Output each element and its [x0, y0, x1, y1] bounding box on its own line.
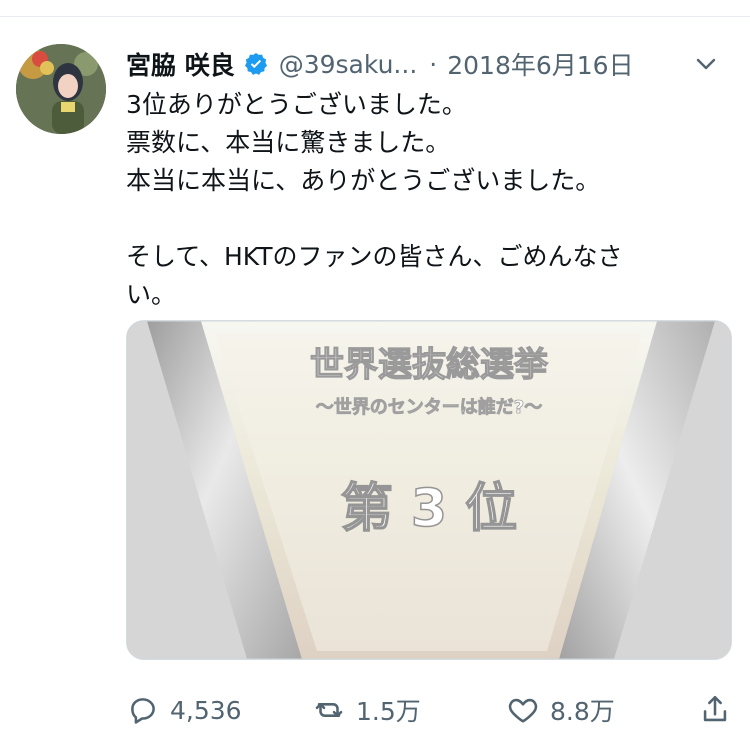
- verified-badge-icon: [243, 51, 269, 77]
- retweet-button[interactable]: 1.5万: [312, 690, 421, 730]
- avatar[interactable]: [16, 44, 106, 134]
- trophy-subtitle-text: 〜世界のセンターは誰だ?〜: [316, 396, 542, 418]
- trophy-title-text: 世界選抜総選挙: [310, 345, 549, 385]
- tweet-text-line: 3位ありがとうございました。: [126, 90, 467, 119]
- chevron-down-icon[interactable]: [694, 52, 718, 76]
- tweet-text-line: 票数に、本当に驚きました。: [126, 128, 451, 157]
- tweet-page: 宮脇 咲良 @39saku... · 2018年6月16日 3位ありがとうござい…: [0, 0, 750, 750]
- retweet-arrows-icon: [315, 703, 343, 717]
- reply-button[interactable]: 4,536: [126, 690, 242, 730]
- tweet-media-image[interactable]: 世界選抜総選挙 〜世界のセンターは誰だ?〜 第 3 位: [126, 320, 732, 660]
- share-upload-icon: [703, 695, 727, 722]
- trophy-image: 世界選抜総選挙 〜世界のセンターは誰だ?〜 第 3 位: [127, 321, 731, 659]
- heart-icon: [508, 698, 538, 723]
- tweet-text-line: そして、HKTのファンの皆さん、ごめんなさ: [126, 242, 623, 271]
- separator-dot: ·: [429, 49, 438, 79]
- tweet-date[interactable]: 2018年6月16日: [447, 46, 633, 82]
- retweet-count: 1.5万: [356, 697, 421, 726]
- top-divider: [0, 16, 750, 17]
- display-name[interactable]: 宮脇 咲良: [126, 46, 235, 82]
- tweet-text-line: 本当に本当に、ありがとうございました。: [126, 166, 601, 195]
- tweet-header: 宮脇 咲良 @39saku... · 2018年6月16日: [126, 44, 738, 84]
- user-handle[interactable]: @39saku...: [279, 50, 418, 79]
- tweet-text: 3位ありがとうございました。 票数に、本当に驚きました。 本当に本当に、ありがと…: [126, 86, 726, 314]
- tweet-actions: 4,536 1.5万 8.8万: [126, 690, 738, 730]
- reply-count: 4,536: [170, 695, 242, 725]
- avatar-image: [16, 44, 106, 134]
- trophy-rank-text: 第 3 位: [341, 479, 517, 539]
- tweet-text-line: い。: [126, 280, 177, 309]
- reply-bubble-icon: [131, 698, 155, 724]
- share-button[interactable]: [698, 690, 732, 730]
- like-button[interactable]: 8.8万: [506, 690, 615, 730]
- like-count: 8.8万: [550, 697, 615, 726]
